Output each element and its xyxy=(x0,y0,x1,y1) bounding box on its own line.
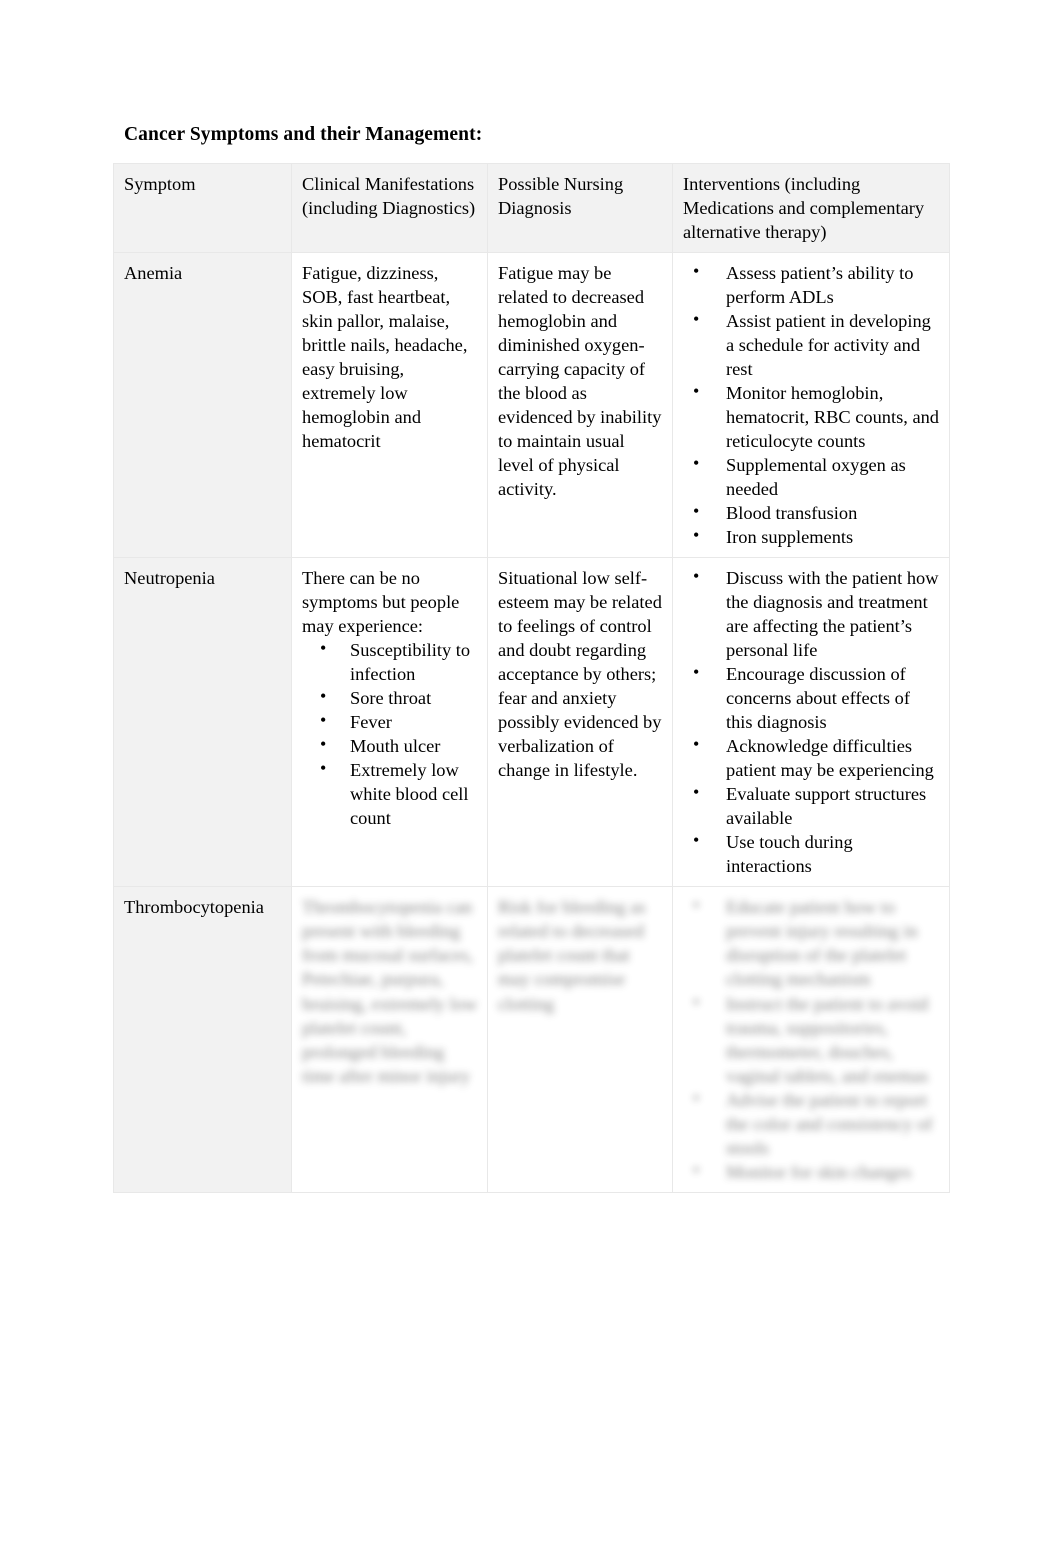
table-row: Anemia Fatigue, dizziness, SOB, fast hea… xyxy=(113,252,950,559)
list-item: Blood transfusion xyxy=(683,500,940,525)
list-item: Susceptibility to infection xyxy=(302,637,478,686)
nursing-diagnosis-text: Fatigue may be related to decreased hemo… xyxy=(498,263,662,500)
nursing-diagnosis-text: Situational low self-esteem may be relat… xyxy=(498,568,662,781)
symptom-name: Anemia xyxy=(124,263,183,284)
nursing-diagnosis-text: Risk for bleeding as related to decrease… xyxy=(498,897,646,1014)
interventions-bullet-list: Discuss with the patient how the diagnos… xyxy=(683,565,940,878)
blurred-content-manifestations: Thrombocytopenia can present with bleedi… xyxy=(302,895,478,1087)
manifestations-text: Fatigue, dizziness, SOB, fast heartbeat,… xyxy=(302,263,468,452)
blurred-content-interventions: Educate patient how to prevent injury re… xyxy=(683,895,940,1183)
list-item: Encourage discussion of concerns about e… xyxy=(683,661,940,734)
table-row: Thrombocytopenia Thrombocytopenia can pr… xyxy=(113,886,950,1193)
cell-interventions: Educate patient how to prevent injury re… xyxy=(672,886,950,1193)
cancer-symptoms-table: Symptom Clinical Manifestations (includi… xyxy=(113,162,950,1193)
header-label-manifestations: Clinical Manifestations (including Diagn… xyxy=(302,174,476,219)
cell-manifestations: Fatigue, dizziness, SOB, fast heartbeat,… xyxy=(291,252,488,559)
list-item: Acknowledge difficulties patient may be … xyxy=(683,733,940,782)
cell-interventions: Assess patient’s ability to perform ADLs… xyxy=(672,252,950,559)
page-title: Cancer Symptoms and their Management: xyxy=(124,124,483,145)
table-row: Neutropenia There can be no symptoms but… xyxy=(113,557,950,888)
manifestations-bullet-list: Susceptibility to infectionSore throatFe… xyxy=(302,637,478,830)
list-item: Monitor for skin changes xyxy=(683,1159,940,1184)
symptom-name: Neutropenia xyxy=(124,568,215,589)
header-cell-diagnosis: Possible Nursing Diagnosis xyxy=(487,162,673,254)
cell-symptom: Anemia xyxy=(113,252,292,559)
cancer-symptoms-table-wrapper: Symptom Clinical Manifestations (includi… xyxy=(113,162,950,1193)
list-item: Monitor hemoglobin, hematocrit, RBC coun… xyxy=(683,380,940,453)
header-cell-symptom: Symptom xyxy=(113,162,292,254)
header-cell-interventions: Interventions (including Medications and… xyxy=(672,162,950,254)
header-cell-manifestations: Clinical Manifestations (including Diagn… xyxy=(291,162,488,254)
list-item: Discuss with the patient how the diagnos… xyxy=(683,565,940,662)
list-item: Educate patient how to prevent injury re… xyxy=(683,895,940,991)
list-item: Mouth ulcer xyxy=(302,733,478,758)
document-page: Cancer Symptoms and their Management: Sy… xyxy=(0,0,1062,1556)
list-item: Evaluate support structures available xyxy=(683,781,940,830)
list-item: Fever xyxy=(302,709,478,734)
cell-diagnosis: Risk for bleeding as related to decrease… xyxy=(487,886,673,1193)
cell-symptom: Thrombocytopenia xyxy=(113,886,292,1193)
cell-manifestations: Thrombocytopenia can present with bleedi… xyxy=(291,886,488,1193)
interventions-bullet-list: Educate patient how to prevent injury re… xyxy=(683,895,940,1183)
header-label-diagnosis: Possible Nursing Diagnosis xyxy=(498,174,624,219)
table-header-row: Symptom Clinical Manifestations (includi… xyxy=(113,162,950,254)
cell-diagnosis: Fatigue may be related to decreased hemo… xyxy=(487,252,673,559)
list-item: Assist patient in developing a schedule … xyxy=(683,308,940,381)
header-label-symptom: Symptom xyxy=(124,174,196,194)
blurred-content-diagnosis: Risk for bleeding as related to decrease… xyxy=(498,895,663,1015)
interventions-bullet-list: Assess patient’s ability to perform ADLs… xyxy=(683,260,940,549)
list-item: Sore throat xyxy=(302,685,478,710)
list-item: Iron supplements xyxy=(683,524,940,549)
cell-interventions: Discuss with the patient how the diagnos… xyxy=(672,557,950,888)
manifestations-text: There can be no symptoms but people may … xyxy=(302,568,460,637)
list-item: Use touch during interactions xyxy=(683,829,940,878)
header-label-interventions: Interventions (including Medications and… xyxy=(683,174,925,243)
list-item: Advise the patient to report the color a… xyxy=(683,1087,940,1160)
manifestations-text: Thrombocytopenia can present with bleedi… xyxy=(302,897,478,1086)
cell-diagnosis: Situational low self-esteem may be relat… xyxy=(487,557,673,888)
cell-symptom: Neutropenia xyxy=(113,557,292,888)
list-item: Extremely low white blood cell count xyxy=(302,757,478,830)
cell-manifestations: There can be no symptoms but people may … xyxy=(291,557,488,888)
list-item: Assess patient’s ability to perform ADLs xyxy=(683,260,940,309)
symptom-name: Thrombocytopenia xyxy=(124,897,264,918)
list-item: Supplemental oxygen as needed xyxy=(683,452,940,501)
list-item: Instruct the patient to avoid trauma, su… xyxy=(683,990,940,1088)
